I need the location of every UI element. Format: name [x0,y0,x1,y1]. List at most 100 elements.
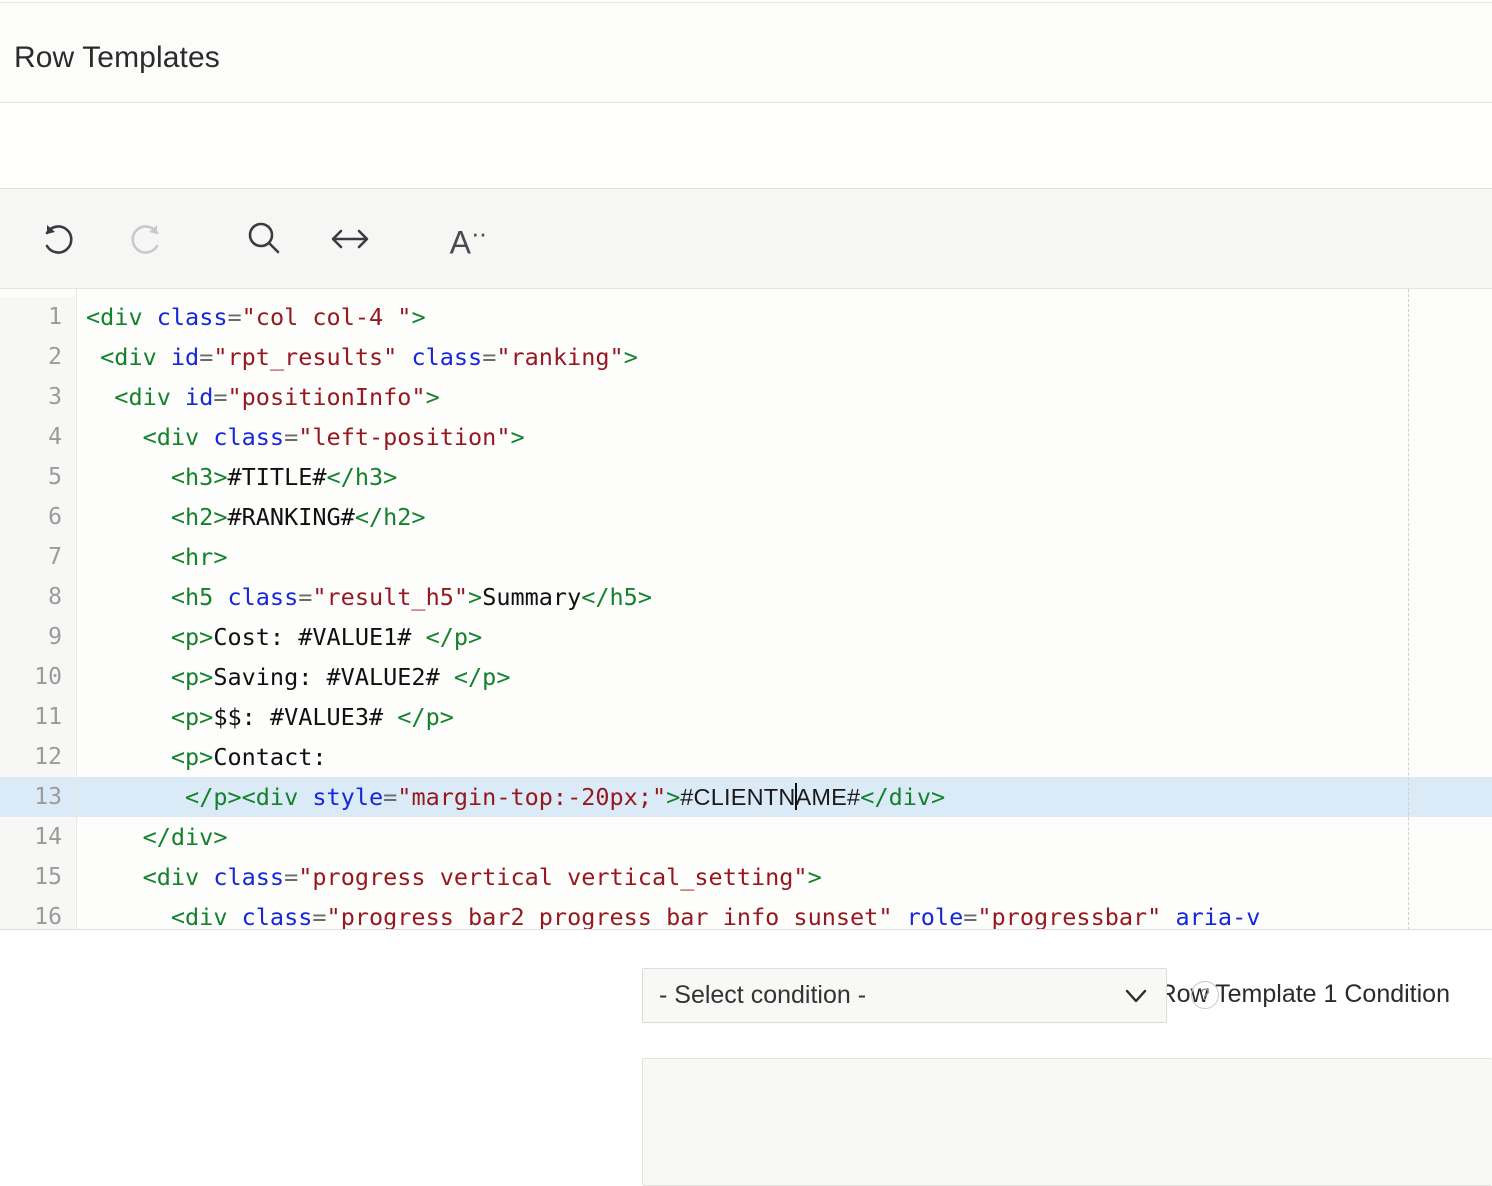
line-code[interactable]: <p>$$: #VALUE3# </p> [77,697,1492,737]
item-label-row: * Row Template 1 ? [0,104,1492,188]
code-token [86,623,171,651]
line-number: 10 [0,657,76,697]
line-code[interactable]: <div class="col col-4 "> [77,297,1492,337]
code-token: Cost: #VALUE1# [213,623,425,651]
line-code[interactable]: </div> [77,817,1492,857]
code-token [86,663,171,691]
code-line[interactable]: 15 <div class="progress vertical vertica… [0,857,1492,897]
chevron-down-icon [1122,985,1150,1012]
line-code[interactable]: </p><div style="margin-top:-20px;">#CLIE… [77,777,1492,817]
line-number: 4 [0,417,76,457]
font-size-icon[interactable]: A·· [440,211,496,267]
code-line[interactable]: 8 <h5 class="result_h5">Summary</h5> [0,577,1492,617]
line-number: 13 [0,777,76,817]
code-token [86,903,171,930]
code-token: > [666,783,680,811]
code-token: </h2> [355,503,426,531]
code-content-area[interactable]: 1<div class="col col-4 ">2 <div id="rpt_… [0,289,1492,930]
region-header: Row Templates [0,2,1492,103]
line-code[interactable]: <div class="left-position"> [77,417,1492,457]
redo-icon[interactable] [118,211,174,267]
code-token: "progress vertical vertical_setting" [298,863,807,891]
code-line[interactable]: 13 </p><div style="margin-top:-20px;">#C… [0,777,1492,817]
code-token [86,863,143,891]
code-editor[interactable]: A·· 1<div class="col col-4 ">2 <div id="… [0,188,1492,930]
code-line[interactable]: 12 <p>Contact: [0,737,1492,777]
code-token: </h5> [581,583,652,611]
line-number: 2 [0,337,76,377]
code-token: > [624,343,638,371]
line-code[interactable]: <hr> [77,537,1492,577]
code-token [892,903,906,930]
code-token [86,383,114,411]
code-line[interactable]: 14 </div> [0,817,1492,857]
code-token [86,703,171,731]
line-code[interactable]: <div class="progress vertical vertical_s… [77,857,1492,897]
line-code[interactable]: <p>Cost: #VALUE1# </p> [77,617,1492,657]
code-line[interactable]: 11 <p>$$: #VALUE3# </p> [0,697,1492,737]
line-code[interactable]: <p>Saving: #VALUE2# </p> [77,657,1492,697]
code-token: "progressbar" [977,903,1161,930]
code-token: style [312,783,383,811]
code-token: "ranking" [496,343,623,371]
code-token: = [284,863,298,891]
code-line[interactable]: 10 <p>Saving: #VALUE2# </p> [0,657,1492,697]
code-token: "col col-4 " [242,303,412,331]
line-code[interactable]: <h3>#TITLE#</h3> [77,457,1492,497]
code-token: Summary [482,583,581,611]
code-token: </div> [860,783,945,811]
expression-field-row: Row Template 1 Expression [0,1052,1492,1186]
code-lines[interactable]: 1<div class="col col-4 ">2 <div id="rpt_… [0,297,1492,930]
line-code[interactable]: <p>Contact: [77,737,1492,777]
line-number: 14 [0,817,76,857]
code-token: </p><div [185,783,312,811]
code-line[interactable]: 9 <p>Cost: #VALUE1# </p> [0,617,1492,657]
code-line[interactable]: 3 <div id="positionInfo"> [0,377,1492,417]
code-line[interactable]: 7 <hr> [0,537,1492,577]
help-icon-condition[interactable]: ? [1191,981,1219,1009]
line-code[interactable]: <h2>#RANKING#</h2> [77,497,1492,537]
line-number: 11 [0,697,76,737]
line-code[interactable]: <div class="progress_bar2 progress_bar_i… [77,897,1492,930]
line-number: 16 [0,897,76,930]
undo-icon[interactable] [30,211,86,267]
line-number: 5 [0,457,76,497]
code-line[interactable]: 2 <div id="rpt_results" class="ranking"> [0,337,1492,377]
code-token [86,343,100,371]
code-token: <div [171,903,242,930]
line-code[interactable]: <div id="rpt_results" class="ranking"> [77,337,1492,377]
code-line[interactable]: 1<div class="col col-4 "> [0,297,1492,337]
code-token: <p> [171,743,213,771]
code-token [397,343,411,371]
code-token: = [199,343,213,371]
code-line[interactable]: 4 <div class="left-position"> [0,417,1492,457]
code-token: = [298,583,312,611]
code-token: #CLIENTN [680,784,795,810]
expand-horizontal-icon[interactable] [322,211,378,267]
code-token: > [510,423,524,451]
code-token: "positionInfo" [228,383,426,411]
condition-select[interactable]: - Select condition - [642,968,1167,1023]
line-code[interactable]: <h5 class="result_h5">Summary</h5> [77,577,1492,617]
code-token: class [157,303,228,331]
expression-input[interactable] [642,1058,1492,1186]
line-number: 6 [0,497,76,537]
line-number: 8 [0,577,76,617]
code-line[interactable]: 16 <div class="progress_bar2 progress_ba… [0,897,1492,930]
line-number: 3 [0,377,76,417]
line-number: 7 [0,537,76,577]
code-token [86,503,171,531]
code-token: class [242,903,313,930]
code-token: <h3> [171,463,228,491]
code-line[interactable]: 5 <h3>#TITLE#</h3> [0,457,1492,497]
code-token: = [383,783,397,811]
code-line[interactable]: 6 <h2>#RANKING#</h2> [0,497,1492,537]
code-token: Contact: [213,743,326,771]
code-token: = [213,383,227,411]
search-icon[interactable] [236,211,292,267]
font-size-glyph: A·· [450,220,487,259]
line-code[interactable]: <div id="positionInfo"> [77,377,1492,417]
line-number: 15 [0,857,76,897]
code-token: = [482,343,496,371]
code-token: <p> [171,663,213,691]
